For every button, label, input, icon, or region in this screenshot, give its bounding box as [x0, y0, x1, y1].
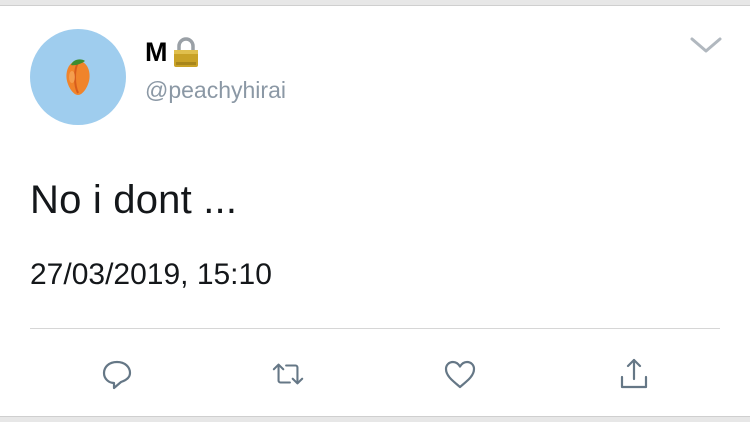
retweet-icon	[272, 363, 304, 385]
reply-button[interactable]	[100, 357, 134, 391]
user-handle[interactable]: @peachyhirai	[145, 77, 286, 104]
tweet-text: No i dont ...	[30, 178, 238, 222]
more-options-button[interactable]	[689, 34, 723, 56]
share-icon	[620, 358, 648, 389]
retweet-button[interactable]	[271, 357, 305, 391]
lock-icon	[173, 37, 198, 67]
like-button[interactable]	[443, 357, 477, 391]
display-name-text: M	[145, 36, 168, 67]
display-name[interactable]: M	[145, 36, 200, 68]
chevron-down-icon	[690, 37, 722, 53]
share-button[interactable]	[617, 357, 651, 391]
peach-emoji-icon	[66, 59, 90, 95]
tweet-timestamp: 27/03/2019, 15:10	[30, 258, 272, 291]
bottom-border	[0, 416, 750, 422]
divider	[30, 328, 720, 329]
avatar[interactable]	[30, 29, 126, 125]
reply-icon	[102, 360, 132, 390]
heart-icon	[444, 360, 476, 389]
top-border	[0, 0, 750, 6]
